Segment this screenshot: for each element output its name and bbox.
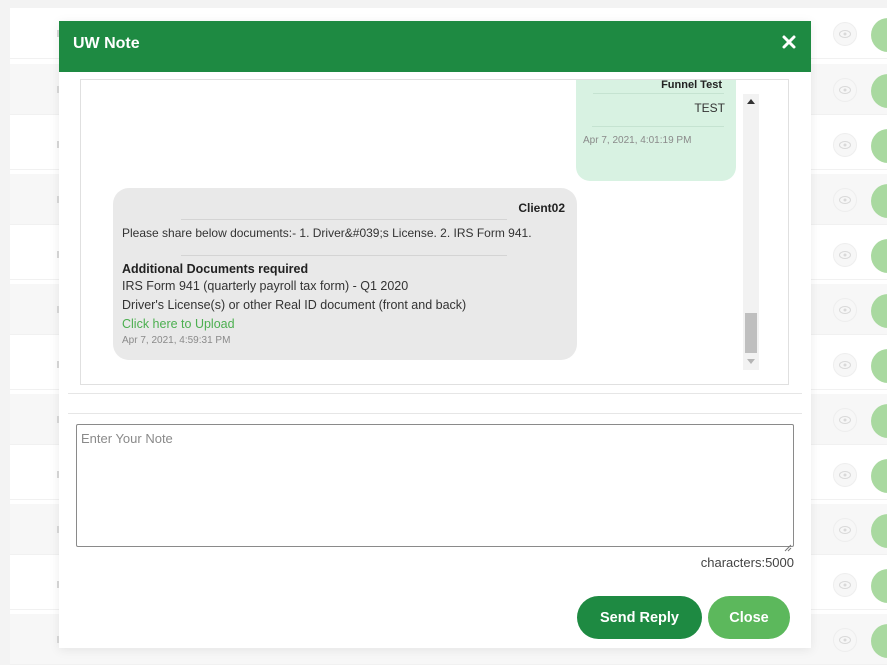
eye-icon[interactable] <box>833 463 857 487</box>
eye-icon[interactable] <box>833 573 857 597</box>
modal-title: UW Note <box>73 35 140 52</box>
additional-documents-heading: Additional Documents required <box>122 262 309 276</box>
divider <box>181 219 507 220</box>
eye-icon[interactable] <box>833 133 857 157</box>
row-action-button[interactable] <box>871 349 887 383</box>
row-action-button[interactable] <box>871 18 887 52</box>
row-action-button[interactable] <box>871 514 887 548</box>
eye-icon[interactable] <box>833 408 857 432</box>
thread-scrollbar[interactable] <box>743 94 759 370</box>
uw-note-modal: UW Note Funnel Test TEST Apr 7, 2021, 4:… <box>59 21 811 648</box>
row-action-button[interactable] <box>871 624 887 658</box>
divider <box>592 126 724 127</box>
divider <box>68 393 802 394</box>
row-action-button[interactable] <box>871 184 887 218</box>
resize-handle-icon[interactable] <box>784 537 792 556</box>
required-document-item: Driver's License(s) or other Real ID doc… <box>122 298 467 312</box>
scroll-down-arrow-icon[interactable] <box>747 359 755 364</box>
message-timestamp: Apr 7, 2021, 4:59:31 PM <box>122 335 231 346</box>
row-action-button[interactable] <box>871 569 887 603</box>
eye-icon[interactable] <box>833 22 857 46</box>
row-action-button[interactable] <box>871 129 887 163</box>
message-text: TEST <box>694 101 725 115</box>
eye-icon[interactable] <box>833 78 857 102</box>
row-action-button[interactable] <box>871 404 887 438</box>
row-action-button[interactable] <box>871 239 887 273</box>
message-text: Please share below documents:- 1. Driver… <box>122 226 532 240</box>
modal-header: UW Note <box>59 21 811 72</box>
character-count: characters:5000 <box>700 555 794 570</box>
upload-link[interactable]: Click here to Upload <box>122 317 235 331</box>
eye-icon[interactable] <box>833 298 857 322</box>
close-button[interactable]: Close <box>708 596 790 639</box>
eye-icon[interactable] <box>833 188 857 212</box>
required-document-item: IRS Form 941 (quarterly payroll tax form… <box>122 279 409 293</box>
row-action-button[interactable] <box>871 74 887 108</box>
eye-icon[interactable] <box>833 628 857 652</box>
incoming-message: Client02 Please share below documents:- … <box>113 188 577 360</box>
message-thread[interactable]: Funnel Test TEST Apr 7, 2021, 4:01:19 PM… <box>80 79 789 385</box>
divider <box>593 93 724 94</box>
divider <box>68 413 802 414</box>
row-action-button[interactable] <box>871 459 887 493</box>
note-input[interactable] <box>76 424 794 547</box>
eye-icon[interactable] <box>833 353 857 377</box>
send-reply-button[interactable]: Send Reply <box>577 596 702 639</box>
close-icon[interactable] <box>780 33 798 51</box>
message-sender: Funnel Test <box>661 79 722 91</box>
scrollbar-thumb[interactable] <box>745 313 757 353</box>
outgoing-message: Funnel Test TEST Apr 7, 2021, 4:01:19 PM <box>576 80 736 181</box>
message-sender: Client02 <box>518 201 565 215</box>
row-action-button[interactable] <box>871 294 887 328</box>
eye-icon[interactable] <box>833 243 857 267</box>
eye-icon[interactable] <box>833 518 857 542</box>
message-timestamp: Apr 7, 2021, 4:01:19 PM <box>583 135 692 146</box>
scroll-up-arrow-icon[interactable] <box>747 99 755 104</box>
divider <box>181 255 507 256</box>
